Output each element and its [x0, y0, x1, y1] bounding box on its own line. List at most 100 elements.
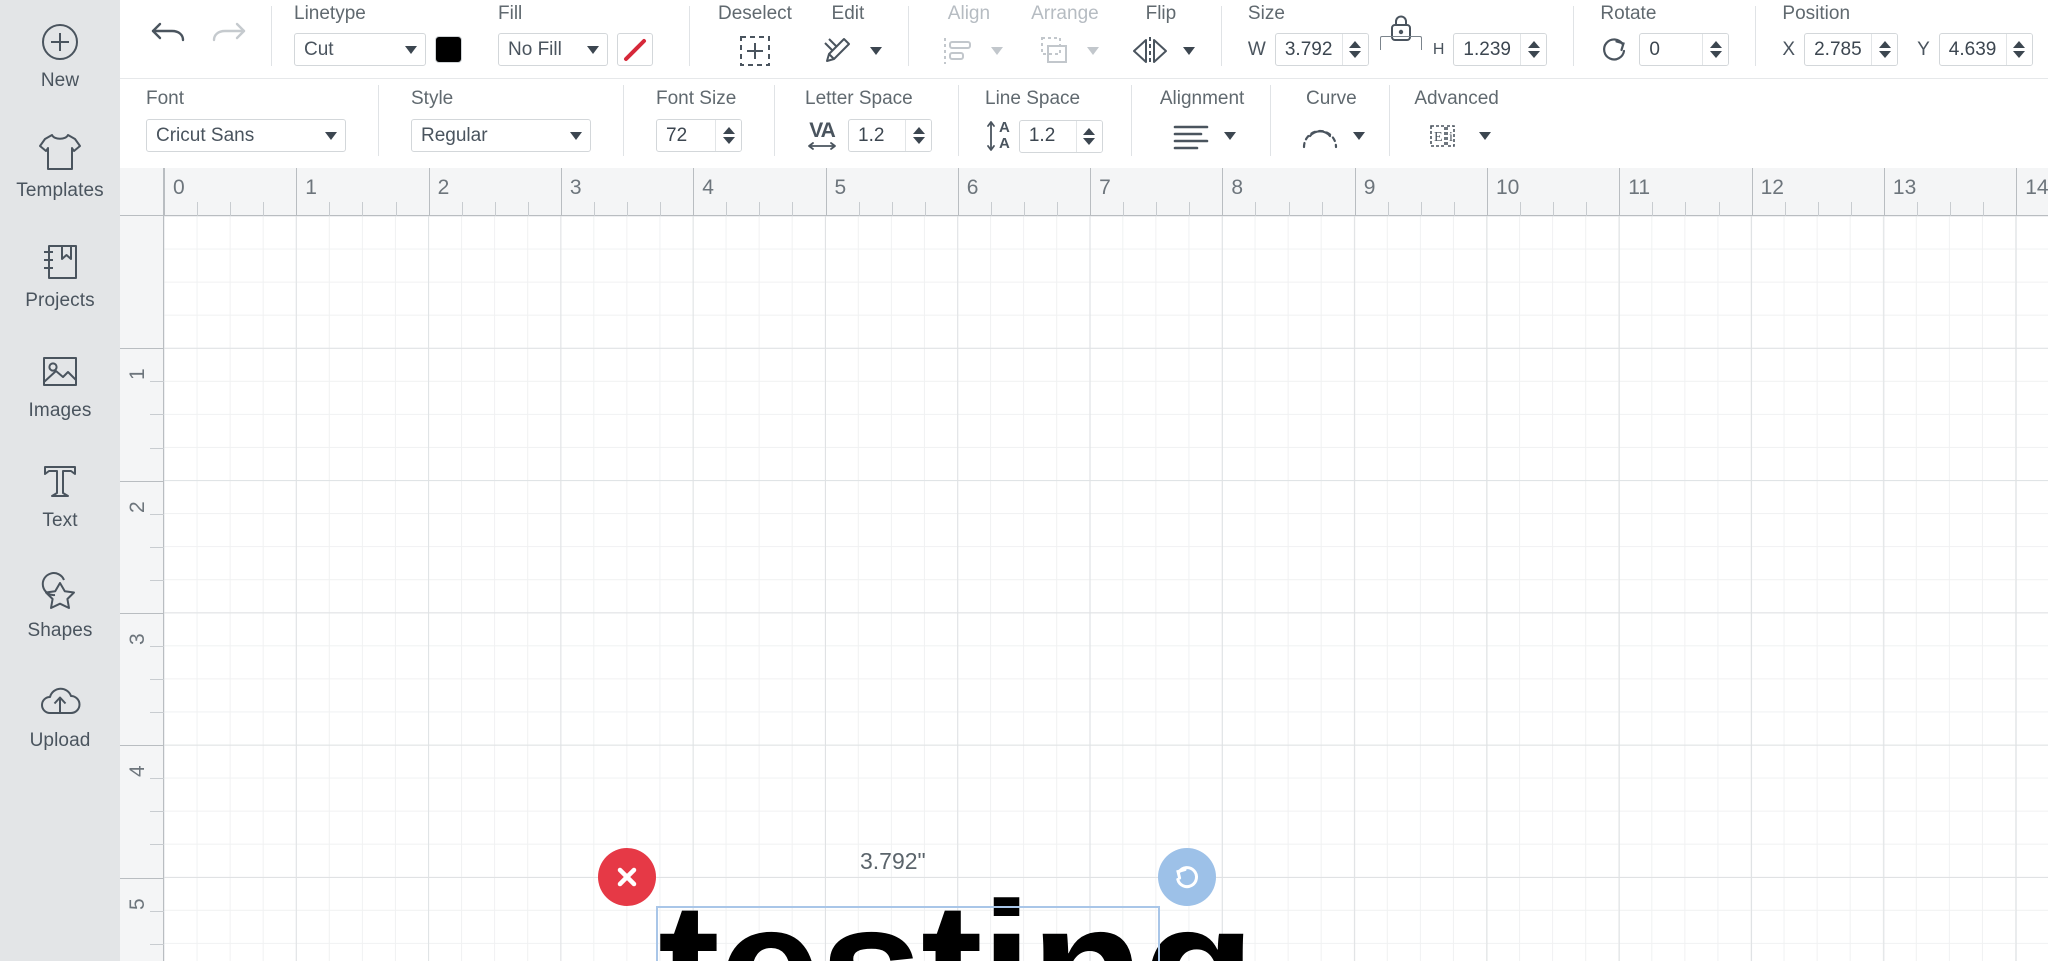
chevron-down-icon[interactable] — [1349, 51, 1362, 58]
chevron-down-icon[interactable] — [1353, 132, 1366, 140]
position-y-stepper[interactable] — [2005, 34, 2032, 65]
edit-group: Edit — [792, 0, 882, 78]
ruler-label: 13 — [1892, 176, 1917, 199]
line-space-input[interactable] — [1019, 120, 1076, 152]
chevron-down-icon — [587, 45, 599, 54]
ruler-tick-minor — [150, 811, 164, 813]
linetype-color-swatch[interactable] — [435, 36, 462, 63]
position-x-input[interactable] — [1805, 34, 1872, 65]
ruler-tick-minor — [150, 546, 164, 548]
flip-button[interactable] — [1127, 31, 1173, 71]
ruler-tick-minor — [150, 712, 164, 714]
text-t-icon — [37, 459, 83, 505]
chevron-up-icon[interactable] — [1709, 41, 1722, 48]
rotate-stepper[interactable] — [1702, 34, 1729, 65]
sidebar-label-shapes: Shapes — [27, 620, 93, 641]
chevron-up-icon[interactable] — [912, 127, 925, 134]
chevron-down-icon[interactable] — [1083, 137, 1096, 145]
chevron-up-icon[interactable] — [1083, 127, 1096, 135]
font-size-stepper[interactable] — [715, 120, 741, 151]
line-space-field[interactable] — [1018, 119, 1103, 153]
line-space-stepper[interactable] — [1075, 120, 1102, 152]
style-select[interactable]: Regular — [411, 119, 591, 152]
design-canvas[interactable]: testing 3.792" 1.239" — [120, 168, 2048, 961]
ruler-tick-minor — [150, 844, 164, 846]
fill-select[interactable]: No Fill — [498, 33, 608, 66]
letter-space-stepper[interactable] — [905, 120, 931, 151]
ruler-tick-minor — [150, 414, 164, 416]
chevron-up-icon[interactable] — [1349, 41, 1362, 48]
chevron-down-icon[interactable] — [1182, 47, 1195, 55]
position-group: Position X Y — [1782, 0, 2033, 78]
ruler-label: 11 — [1628, 176, 1651, 199]
pen-color-button[interactable] — [617, 33, 653, 66]
letter-space-input[interactable] — [849, 120, 905, 151]
chevron-up-icon[interactable] — [722, 127, 735, 134]
sidebar-label-templates: Templates — [16, 180, 104, 201]
ruler-tick-minor — [362, 202, 364, 216]
ruler-tick-minor — [150, 513, 164, 515]
toolbar-divider — [1389, 85, 1391, 156]
sidebar-item-upload[interactable]: Upload — [0, 668, 120, 760]
width-stepper[interactable] — [1341, 34, 1368, 65]
sidebar-item-new[interactable]: New — [0, 8, 120, 100]
deselect-button[interactable] — [732, 31, 778, 71]
font-size-input[interactable] — [657, 120, 715, 151]
chevron-down-icon — [570, 131, 582, 140]
chevron-down-icon[interactable] — [869, 47, 882, 55]
advanced-button[interactable]: E i — [1423, 116, 1469, 156]
chevron-up-icon[interactable] — [1878, 41, 1891, 48]
position-y-field[interactable] — [1938, 33, 2033, 66]
line-spacing-icon: AA — [985, 119, 1010, 153]
sidebar-item-shapes[interactable]: Shapes — [0, 558, 120, 650]
ruler-tick-minor — [150, 943, 164, 945]
toolbar-divider — [689, 6, 690, 66]
rotate-handle[interactable] — [1158, 848, 1216, 906]
position-x-field[interactable] — [1804, 33, 1899, 66]
sidebar-label-new: New — [40, 70, 80, 91]
position-y-input[interactable] — [1939, 34, 2006, 65]
height-field[interactable] — [1453, 33, 1548, 66]
chevron-up-icon[interactable] — [2013, 41, 2026, 48]
chevron-down-icon[interactable] — [722, 137, 735, 144]
toolbar-divider — [1270, 85, 1272, 156]
chevron-down-icon[interactable] — [912, 137, 925, 144]
chevron-down-icon[interactable] — [1709, 51, 1722, 58]
position-x-stepper[interactable] — [1871, 34, 1898, 65]
undo-button[interactable] — [142, 8, 194, 60]
chevron-down-icon[interactable] — [1224, 132, 1237, 140]
left-sidebar: New Templates Projects Images Text Shape… — [0, 0, 120, 961]
ruler-tick-minor — [1288, 202, 1290, 216]
font-size-field[interactable] — [656, 119, 742, 152]
rotate-field[interactable] — [1639, 33, 1730, 66]
sidebar-item-text[interactable]: Text — [0, 448, 120, 540]
height-stepper[interactable] — [1520, 34, 1547, 65]
alignment-button[interactable] — [1168, 116, 1214, 156]
delete-handle[interactable] — [598, 848, 656, 906]
linetype-select[interactable]: Cut — [294, 33, 426, 66]
rotate-cw-icon[interactable] — [1600, 35, 1630, 65]
chevron-down-icon[interactable] — [1527, 51, 1540, 58]
edit-button[interactable] — [814, 31, 860, 71]
rotate-input[interactable] — [1640, 34, 1703, 65]
font-select[interactable]: Cricut Sans — [146, 119, 346, 152]
width-input[interactable] — [1275, 34, 1342, 65]
ruler-label: 6 — [966, 176, 979, 199]
chevron-down-icon[interactable] — [1878, 51, 1891, 58]
height-input[interactable] — [1454, 34, 1521, 65]
chevron-down-icon[interactable] — [1478, 132, 1491, 140]
canvas-grid[interactable] — [164, 216, 2048, 961]
chevron-up-icon[interactable] — [1527, 41, 1540, 48]
ruler-tick-minor — [197, 202, 199, 216]
sidebar-item-projects[interactable]: Projects — [0, 228, 120, 320]
ruler-label: 5 — [126, 897, 149, 910]
curve-button[interactable] — [1297, 116, 1343, 156]
sidebar-item-templates[interactable]: Templates — [0, 118, 120, 210]
letter-space-field[interactable] — [848, 119, 932, 152]
width-field[interactable] — [1274, 33, 1369, 66]
chevron-down-icon[interactable] — [2013, 51, 2026, 58]
sidebar-item-images[interactable]: Images — [0, 338, 120, 430]
redo-button — [203, 8, 255, 60]
ruler-label: 4 — [126, 765, 149, 778]
selection-bounding-box[interactable] — [656, 906, 1160, 961]
